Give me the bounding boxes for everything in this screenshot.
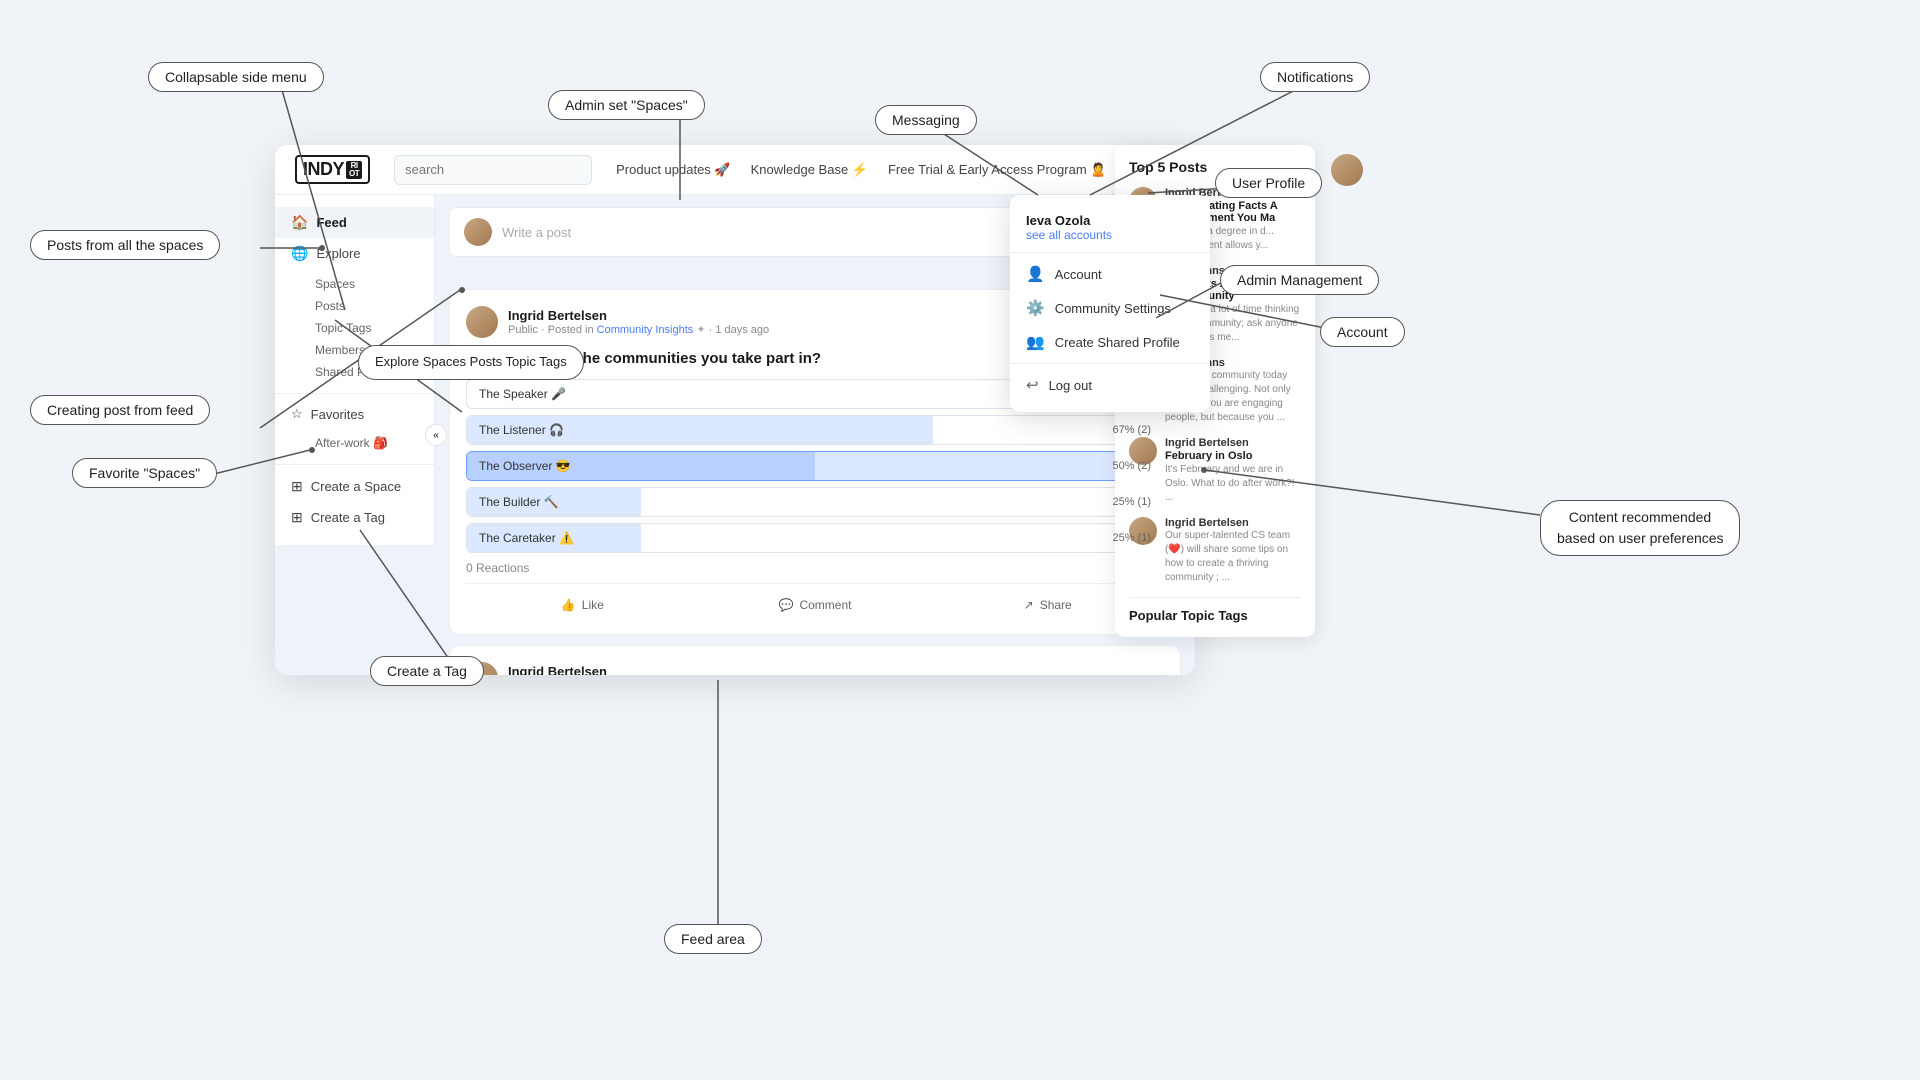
dropdown-logout-item[interactable]: ↩ Log out: [1010, 368, 1210, 402]
annotation-admin-spaces: Admin set "Spaces": [548, 90, 705, 120]
post1-avatar: [466, 306, 498, 338]
annotation-favorite-spaces: Favorite "Spaces": [72, 458, 217, 488]
thumbs-up-icon: 👍: [561, 598, 576, 612]
sidebar-topic-tags[interactable]: Topic Tags: [307, 317, 434, 339]
sidebar-posts[interactable]: Posts: [307, 295, 434, 317]
annotation-admin-management: Admin Management: [1220, 265, 1379, 295]
sidebar-wrapper: 🏠 Feed 🌐 Explore Spaces Posts Topic Tags…: [275, 195, 435, 675]
write-post-avatar: [464, 218, 492, 246]
dropdown-create-shared-profile-item[interactable]: 👥 Create Shared Profile: [1010, 325, 1210, 359]
dropdown-divider1: [1010, 252, 1210, 253]
annotation-messaging: Messaging: [875, 105, 977, 135]
logo[interactable]: INDY RI OT: [295, 155, 370, 184]
nav-product-updates[interactable]: Product updates 🚀: [616, 162, 730, 178]
add-space-icon: ⊞: [291, 478, 303, 495]
poll-option-2[interactable]: The Observer 😎 50% (2): [466, 451, 1164, 481]
annotation-create-tag: Create a Tag: [370, 656, 484, 686]
annotation-user-profile: User Profile: [1215, 168, 1322, 198]
post1-reactions: 0 Reactions: [466, 561, 1164, 575]
dropdown-user-info: Ieva Ozola see all accounts: [1010, 205, 1210, 248]
user-circle-icon: 👤: [1026, 265, 1045, 283]
globe-icon: 🌐: [291, 245, 308, 262]
popular-topic-tags-title: Popular Topic Tags: [1129, 597, 1301, 623]
app-header: INDY RI OT Product updates 🚀 Knowledge B…: [275, 145, 1195, 195]
post1-space-link[interactable]: Community Insights: [597, 324, 694, 336]
annotation-posts-all-spaces: Posts from all the spaces: [30, 230, 220, 260]
sidebar-afterwork[interactable]: After-work 🎒: [307, 432, 434, 454]
comment-icon: 💬: [779, 598, 794, 612]
settings-icon: ⚙️: [1026, 299, 1045, 317]
post-card-2: Ingrid Bertelsen Public · Posted in Comm…: [449, 645, 1181, 675]
sidebar-divider2: [275, 464, 434, 465]
post2-header: Ingrid Bertelsen Public · Posted in Comm…: [466, 662, 1164, 675]
post2-author: Ingrid Bertelsen: [508, 664, 1136, 675]
top-post-4: Ingrid Bertelsen Our super-talented CS t…: [1129, 517, 1301, 585]
dropdown-account-item[interactable]: 👤 Account: [1010, 257, 1210, 291]
sidebar-create-space[interactable]: ⊞ Create a Space: [275, 471, 434, 502]
comment-button[interactable]: 💬 Comment: [699, 592, 932, 618]
top-post-3-author: Ingrid Bertelsen: [1165, 437, 1301, 449]
search-input[interactable]: [394, 155, 592, 185]
annotation-notifications: Notifications: [1260, 62, 1370, 92]
post2-menu-icon[interactable]: ···: [1146, 668, 1164, 676]
star-icon: ☆: [291, 406, 303, 422]
shared-profile-icon: 👥: [1026, 333, 1045, 351]
sidebar-item-explore[interactable]: 🌐 Explore: [275, 238, 434, 269]
write-post-placeholder: Write a post: [502, 225, 571, 240]
top-post-3-title[interactable]: February in Oslo: [1165, 450, 1301, 462]
post2-meta: Ingrid Bertelsen Public · Posted in Comm…: [508, 664, 1136, 675]
annotation-feed-area: Feed area: [664, 924, 762, 954]
nav-knowledge-base[interactable]: Knowledge Base ⚡: [751, 162, 868, 178]
sidebar-favorites-sub: After-work 🎒: [275, 428, 434, 458]
sidebar-spaces[interactable]: Spaces: [307, 273, 434, 295]
poll-option-3[interactable]: The Builder 🔨 25% (1): [466, 487, 1164, 517]
annotation-account: Account: [1320, 317, 1405, 347]
poll-option-4[interactable]: The Caretaker ⚠️ 25% (1): [466, 523, 1164, 553]
top-post-3-excerpt: It's February and we are in Oslo. What t…: [1165, 463, 1301, 505]
poll-option-1[interactable]: The Listener 🎧 67% (2): [466, 415, 1164, 445]
user-dropdown-menu: Ieva Ozola see all accounts 👤 Account ⚙️…: [1010, 195, 1210, 412]
annotation-explore: Explore Spaces Posts Topic Tags: [358, 345, 584, 380]
dropdown-community-settings-item[interactable]: ⚙️ Community Settings: [1010, 291, 1210, 325]
post1-actions: 👍 Like 💬 Comment ↗ Share: [466, 583, 1164, 618]
top-post-3: Ingrid Bertelsen February in Oslo It's F…: [1129, 437, 1301, 505]
add-tag-icon: ⊞: [291, 509, 303, 526]
sidebar-divider1: [275, 393, 434, 394]
user-avatar[interactable]: [1331, 154, 1363, 186]
nav-free-trial[interactable]: Free Trial & Early Access Program 🙎: [888, 162, 1106, 178]
sidebar-favorites[interactable]: ☆ Favorites: [275, 400, 434, 428]
share-icon: ↗: [1024, 598, 1034, 612]
home-icon: 🏠: [291, 214, 308, 231]
dropdown-username: Ieva Ozola: [1026, 213, 1194, 228]
top-post-4-author: Ingrid Bertelsen: [1165, 517, 1301, 529]
sidebar-item-feed[interactable]: 🏠 Feed: [275, 207, 434, 238]
annotation-collapsable-menu: Collapsable side menu: [148, 62, 324, 92]
top-post-4-excerpt: Our super-talented CS team (❤️) will sha…: [1165, 529, 1301, 585]
annotation-content-recommended: Content recommendedbased on user prefere…: [1540, 500, 1740, 556]
logout-icon: ↩: [1026, 376, 1039, 394]
sidebar-create-tag[interactable]: ⊞ Create a Tag: [275, 502, 434, 533]
like-button[interactable]: 👍 Like: [466, 592, 699, 618]
dropdown-divider2: [1010, 363, 1210, 364]
sidebar-collapse-btn[interactable]: «: [425, 424, 447, 446]
annotation-creating-post: Creating post from feed: [30, 395, 210, 425]
dropdown-see-all[interactable]: see all accounts: [1026, 228, 1194, 242]
